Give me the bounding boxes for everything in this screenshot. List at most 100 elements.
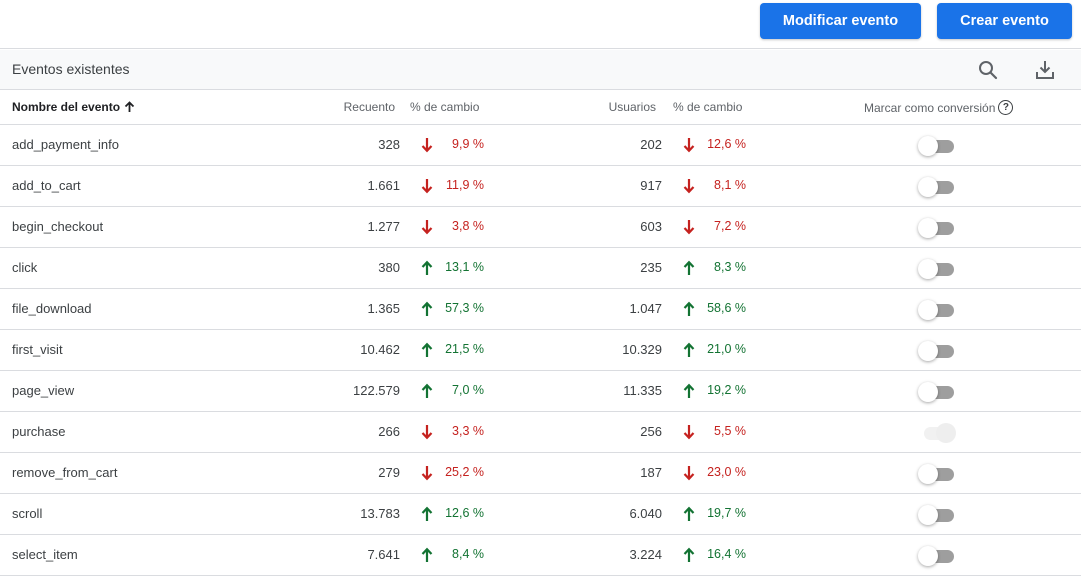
conversion-toggle[interactable] [918,341,956,361]
arrow-up-icon [421,342,433,358]
event-count: 10.462 [360,342,400,357]
count-change: 12,6 % [445,506,484,520]
count-change: 3,8 % [452,219,484,233]
arrow-up-icon [421,301,433,317]
event-name: remove_from_cart [12,465,118,480]
event-name: begin_checkout [12,219,104,234]
download-icon[interactable] [1033,58,1057,82]
arrow-down-icon [421,178,433,194]
table-row: add_payment_info 328 9,9 % 202 12,6 % [0,125,1081,166]
event-name: scroll [12,506,43,521]
users-change: 58,6 % [707,301,746,315]
column-header-users-change[interactable]: % de cambio [673,100,742,114]
create-event-button[interactable]: Crear evento [937,3,1072,39]
arrow-down-icon [683,178,695,194]
column-header-conversion-label: Marcar como conversión [864,100,996,115]
event-name: page_view [12,383,75,398]
event-name: add_to_cart [12,178,81,193]
table-row: add_to_cart 1.661 11,9 % 917 8,1 % [0,166,1081,207]
conversion-toggle[interactable] [918,464,956,484]
arrow-up-icon [683,383,695,399]
modify-event-button[interactable]: Modificar evento [760,3,921,39]
event-count: 380 [378,260,400,275]
users-change: 19,2 % [707,383,746,397]
conversion-toggle[interactable] [918,218,956,238]
toggle-thumb [918,382,938,402]
toggle-thumb [918,218,938,238]
table-row: first_visit 10.462 21,5 % 10.329 21,0 % [0,330,1081,371]
event-users: 11.335 [623,383,662,398]
toggle-thumb [918,505,938,525]
conversion-toggle[interactable] [918,300,956,320]
event-users: 202 [640,137,662,152]
conversion-toggle[interactable] [918,505,956,525]
conversion-toggle [918,423,956,443]
event-name: file_download [12,301,92,316]
toggle-thumb [918,177,938,197]
column-header-users[interactable]: Usuarios [609,100,656,114]
table-row: page_view 122.579 7,0 % 11.335 19,2 % [0,371,1081,412]
arrow-down-icon [683,424,695,440]
conversion-toggle[interactable] [918,136,956,156]
arrow-up-icon [683,260,695,276]
count-change: 11,9 % [446,178,484,192]
users-change: 8,3 % [714,260,746,274]
arrow-up-icon [683,506,695,522]
table-row: scroll 13.783 12,6 % 6.040 19,7 % [0,494,1081,535]
count-change: 3,3 % [452,424,484,438]
users-change: 7,2 % [714,219,746,233]
count-change: 21,5 % [445,342,484,356]
event-name: purchase [12,424,66,439]
search-icon[interactable] [976,58,1000,82]
arrow-down-icon [421,219,433,235]
event-count: 266 [378,424,400,439]
card-header: Eventos existentes [0,50,1081,90]
table-row: begin_checkout 1.277 3,8 % 603 7,2 % [0,207,1081,248]
column-header-count-change[interactable]: % de cambio [410,100,479,114]
toggle-thumb [918,341,938,361]
arrow-up-icon [683,342,695,358]
event-count: 13.783 [360,506,400,521]
arrow-down-icon [421,424,433,440]
event-count: 7.641 [367,547,400,562]
conversion-toggle[interactable] [918,259,956,279]
column-header-name-label: Nombre del evento [12,100,121,114]
conversion-toggle[interactable] [918,382,956,402]
users-change: 12,6 % [707,137,746,151]
arrow-up-icon [683,547,695,563]
table-row: select_item 7.641 8,4 % 3.224 16,4 % [0,535,1081,576]
arrow-up-icon [421,260,433,276]
arrow-up-icon [421,547,433,563]
event-users: 1.047 [629,301,662,316]
toggle-thumb [918,300,938,320]
event-count: 1.661 [367,178,400,193]
event-name: click [12,260,38,275]
arrow-down-icon [421,137,433,153]
count-change: 8,4 % [452,547,484,561]
users-change: 5,5 % [714,424,746,438]
event-users: 3.224 [629,547,662,562]
event-name: first_visit [12,342,63,357]
count-change: 13,1 % [445,260,484,274]
event-users: 235 [640,260,662,275]
arrow-down-icon [683,465,695,481]
table-header: Nombre del evento Recuento % de cambio U… [0,90,1081,125]
table-body: add_payment_info 328 9,9 % 202 12,6 % add_to_… [0,125,1081,576]
toggle-thumb [918,546,938,566]
event-users: 187 [640,465,662,480]
conversion-toggle[interactable] [918,177,956,197]
arrow-up-icon [421,506,433,522]
arrow-down-icon [683,219,695,235]
conversion-toggle[interactable] [918,546,956,566]
card-title: Eventos existentes [12,61,130,77]
event-users: 10.329 [622,342,662,357]
event-count: 1.277 [367,219,400,234]
column-header-name[interactable]: Nombre del evento [12,100,135,114]
arrow-up-icon [421,383,433,399]
table-row: purchase 266 3,3 % 256 5,5 % [0,412,1081,453]
count-change: 7,0 % [452,383,484,397]
help-icon[interactable]: ? [998,100,1014,115]
column-header-count[interactable]: Recuento [344,100,395,114]
event-count: 328 [378,137,400,152]
event-count: 122.579 [353,383,400,398]
